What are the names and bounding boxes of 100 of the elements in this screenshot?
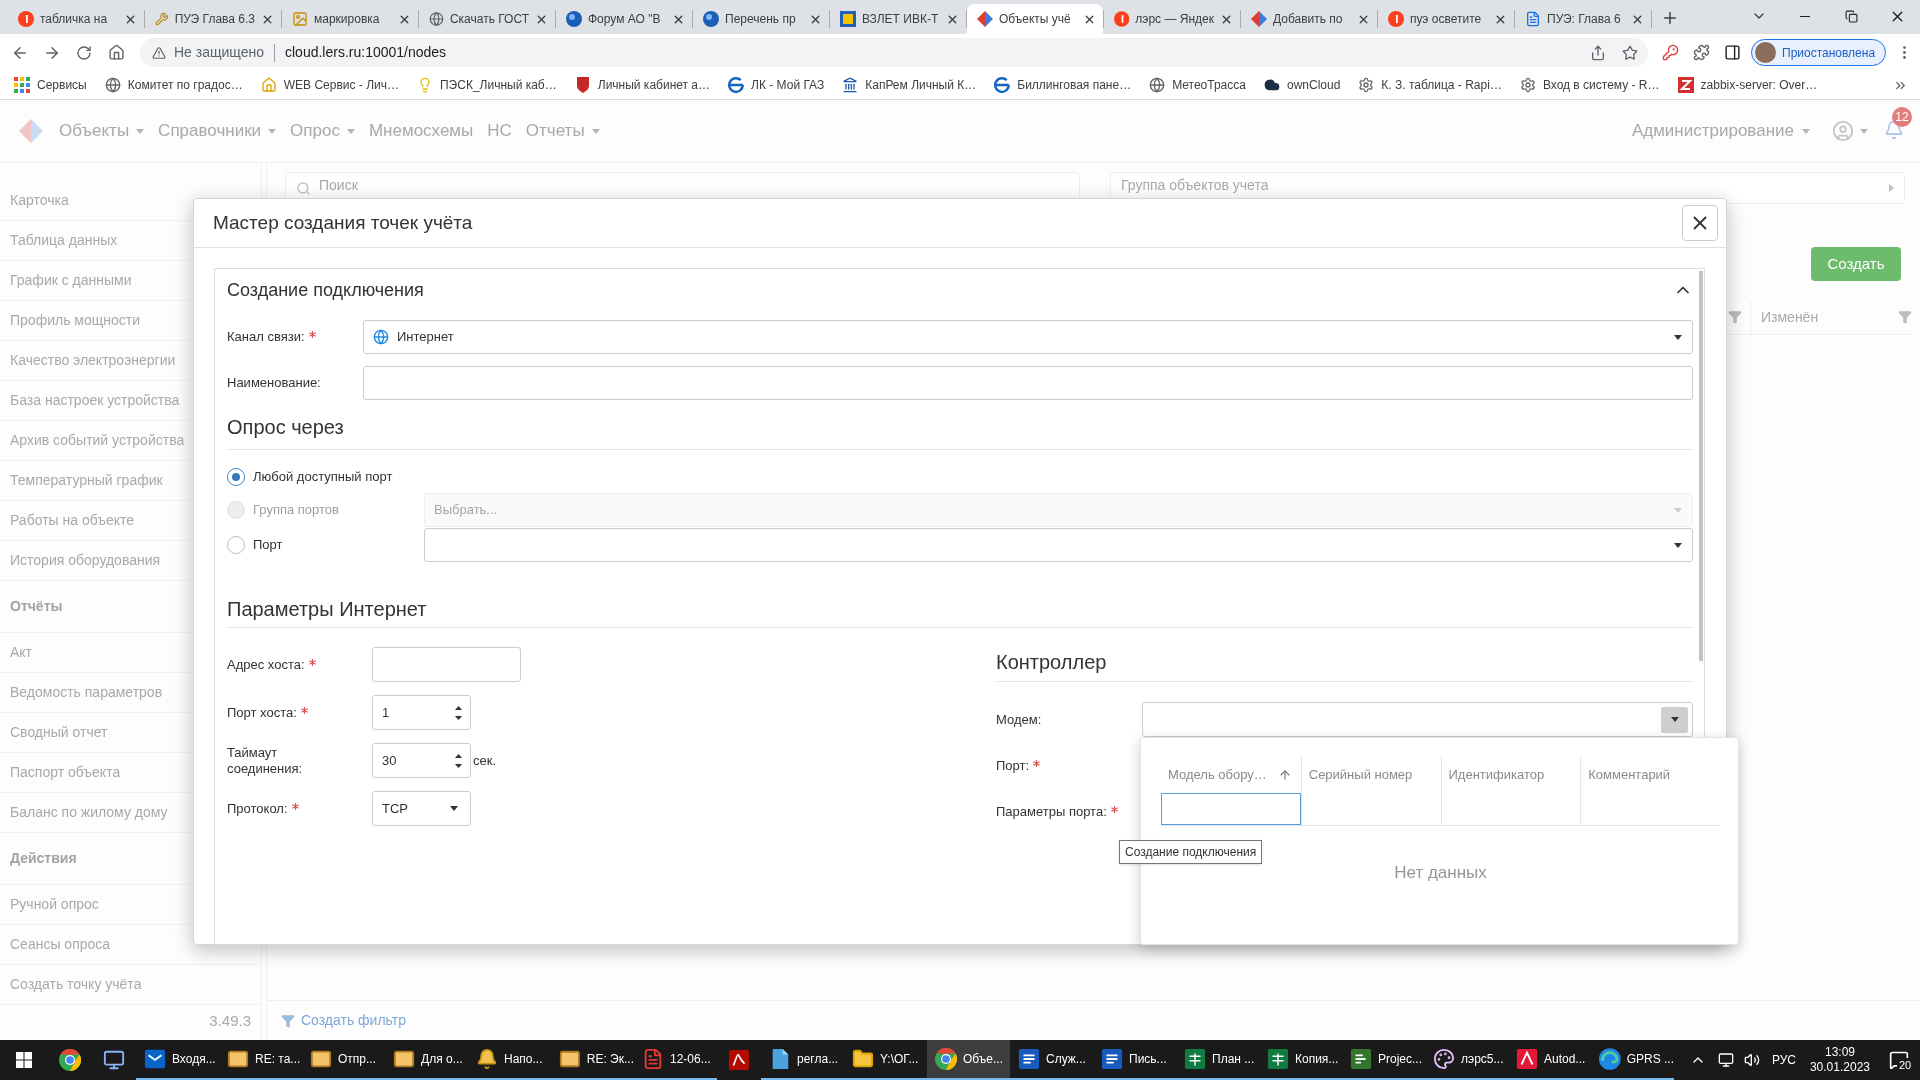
bookmark[interactable]: ПЭСК_Личный каб… <box>409 73 565 97</box>
name-input[interactable] <box>363 366 1693 400</box>
caret-icon <box>1670 717 1679 722</box>
section-heading: Опрос через <box>227 416 344 438</box>
bookmark[interactable]: Комитет по градос… <box>96 73 251 97</box>
section-heading: Создание подключения <box>227 278 424 302</box>
radio-button[interactable] <box>227 468 245 486</box>
arc-logo-icon <box>728 77 745 93</box>
house-icon <box>260 77 277 93</box>
browser-tab[interactable]: Объекты учё <box>967 4 1103 34</box>
field-label: Протокол: <box>227 800 288 817</box>
field-label: Модем: <box>996 710 1042 729</box>
field-label: Порт хоста: <box>227 704 297 721</box>
bookmark[interactable]: Вход в систему - R… <box>1511 73 1668 97</box>
caret-icon <box>1674 507 1682 513</box>
tile-icon <box>840 11 856 27</box>
round-logo-icon <box>18 11 34 27</box>
number-input[interactable]: 1 <box>372 695 471 730</box>
dialog-title: Мастер создания точек учёта <box>213 210 473 235</box>
caret-icon <box>1860 128 1868 134</box>
radio-label: Порт <box>253 536 283 555</box>
warning-icon <box>152 45 166 60</box>
caret-icon <box>450 806 458 811</box>
arc-logo-icon <box>994 77 1011 93</box>
share-icon[interactable] <box>1590 44 1606 61</box>
volume-icon[interactable] <box>1743 1052 1760 1068</box>
bell-icon <box>476 1048 498 1070</box>
envelope-icon <box>559 1048 581 1070</box>
house-icon <box>107 44 125 61</box>
column-header[interactable]: Серийный номер <box>1300 756 1441 793</box>
taskbar-item[interactable]: Объе... <box>927 1040 1010 1080</box>
bookmark[interactable]: Сервисы <box>6 73 95 97</box>
document-tile-icon <box>1018 1048 1040 1070</box>
network-icon[interactable] <box>1717 1052 1734 1068</box>
bookmark[interactable]: WEB Сервис - Лич… <box>252 73 407 97</box>
number-input[interactable]: 30 <box>372 743 471 778</box>
radio-button[interactable] <box>227 536 245 554</box>
shield-icon <box>574 77 591 93</box>
radio-label: Группа портов <box>253 501 339 520</box>
field-label: Наименование: <box>227 374 321 393</box>
envelope-icon <box>310 1048 332 1070</box>
host-input[interactable] <box>372 647 521 682</box>
bookmark[interactable]: К. З. таблица - Rapi… <box>1350 73 1510 97</box>
folder-icon <box>852 1048 874 1070</box>
filter-icon <box>281 1013 295 1028</box>
diamond-logo-icon <box>977 11 993 27</box>
caret-icon <box>268 128 277 134</box>
field-label: Адрес хоста: <box>227 656 305 673</box>
caret-icon <box>1674 542 1682 548</box>
close-button[interactable] <box>1682 205 1718 241</box>
profile-button[interactable]: Приостановлена <box>1751 39 1887 66</box>
gear-icon <box>1519 77 1536 93</box>
swirl-logo-icon <box>1599 1048 1621 1070</box>
stepper-down-icon[interactable] <box>455 763 462 768</box>
language-indicator[interactable]: РУС <box>1771 1051 1796 1069</box>
side-panel-icon[interactable] <box>1724 44 1741 61</box>
envelope-icon <box>393 1048 415 1070</box>
sidebar-heading: Действия <box>10 849 77 868</box>
bell-icon[interactable] <box>1884 120 1904 140</box>
envelope-icon <box>227 1048 249 1070</box>
channel-select[interactable]: Интернет <box>363 320 1693 354</box>
stepper-down-icon[interactable] <box>455 715 462 720</box>
globe-icon <box>104 77 121 93</box>
security-label: Не защищено <box>174 43 264 62</box>
stepper-up-icon[interactable] <box>455 705 462 710</box>
puzzle-icon[interactable] <box>1693 44 1710 61</box>
browser-logo-icon <box>59 1049 81 1071</box>
round-logo-icon <box>1388 11 1404 27</box>
caret-icon <box>1674 334 1682 340</box>
stepper-up-icon[interactable] <box>455 753 462 758</box>
bookmark[interactable]: Биллинговая пане… <box>986 73 1140 97</box>
column-header[interactable]: Комментарий <box>1580 756 1720 793</box>
orb-icon <box>703 11 719 27</box>
filter-field[interactable] <box>1161 793 1301 825</box>
bookmark[interactable]: zabbix-server: Over… <box>1669 73 1826 97</box>
search-icon <box>296 180 311 196</box>
bookmark[interactable]: Личный кабинет а… <box>566 73 719 97</box>
column-header[interactable]: Идентификатор <box>1440 756 1581 793</box>
wrench-icon <box>155 11 169 27</box>
caret-right-icon <box>1889 184 1894 192</box>
bookmark[interactable]: КапРем Личный К… <box>834 73 985 97</box>
protocol-select[interactable]: TCP <box>372 791 471 826</box>
section-heading: Контроллер <box>996 651 1107 673</box>
bookmark[interactable]: ownCloud <box>1255 73 1349 97</box>
diamond-logo-icon <box>18 118 44 144</box>
star-icon[interactable] <box>1622 44 1638 61</box>
bookmark[interactable]: МетеоТрасса <box>1141 73 1254 97</box>
dropdown-button[interactable] <box>1661 706 1688 733</box>
field-label: Параметры порта: <box>996 802 1107 821</box>
round-logo-icon <box>1114 11 1130 27</box>
column-header: Изменён <box>1761 307 1819 327</box>
address-bar[interactable]: Не защищено cloud.lers.ru:10001/nodes <box>140 38 1648 67</box>
orb-icon <box>566 11 582 27</box>
bookmark[interactable]: ЛК - Мой ГАЗ <box>720 73 833 97</box>
document-icon <box>1525 11 1541 27</box>
caret-icon <box>1802 128 1810 134</box>
key-icon[interactable] <box>1662 44 1679 61</box>
field-label: Канал связи: <box>227 328 305 347</box>
column-header[interactable]: Модель обору… <box>1161 756 1301 793</box>
caret-icon <box>346 128 355 134</box>
